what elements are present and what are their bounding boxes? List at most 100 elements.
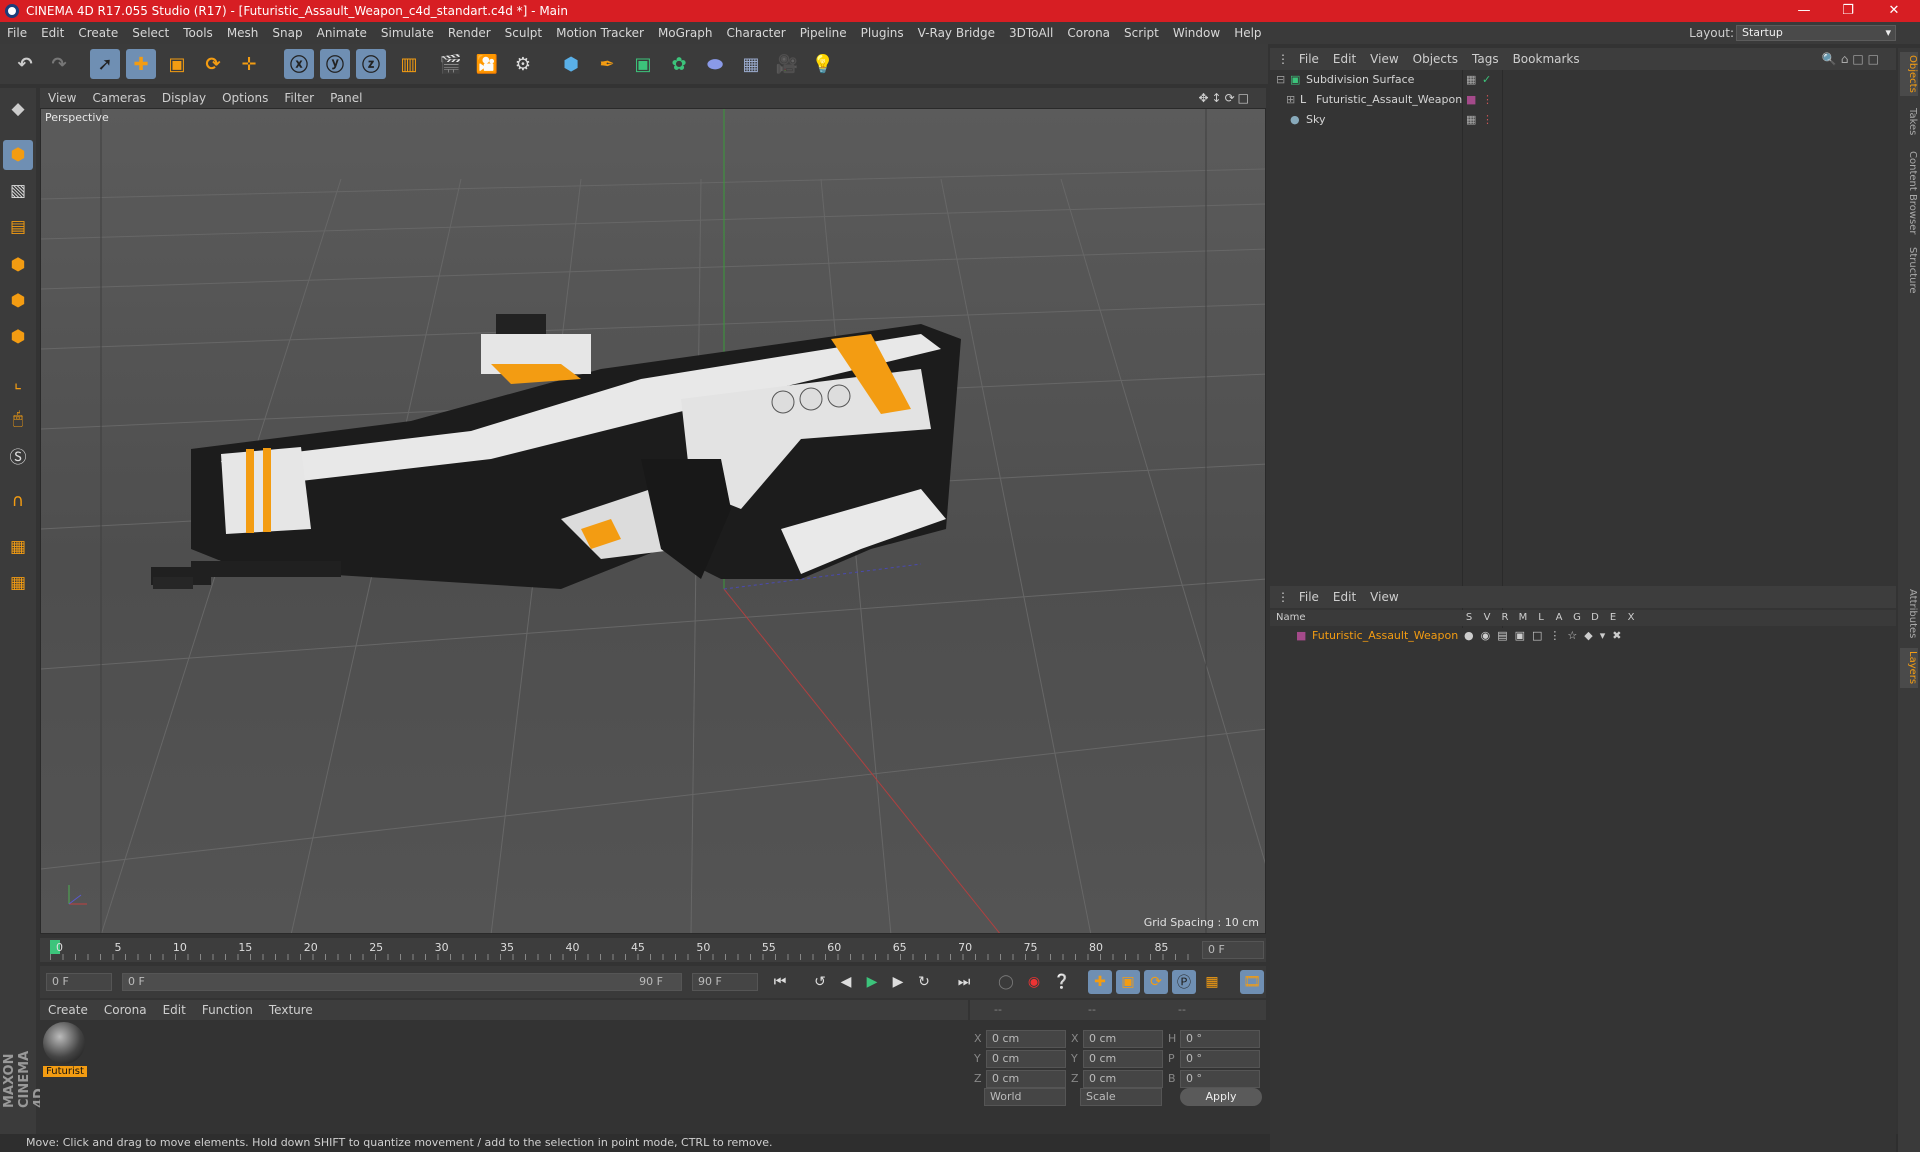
key-parameter-icon[interactable]: Ⓟ — [1172, 970, 1196, 994]
menu-file[interactable]: File — [0, 22, 34, 44]
timeline-ruler[interactable]: 051015202530354045505560657075808590 0 F — [40, 938, 1266, 962]
subdivision-icon[interactable]: ▣ — [628, 49, 658, 79]
camera-icon[interactable]: 🎥 — [772, 49, 802, 79]
scale-icon[interactable]: ▣ — [162, 49, 192, 79]
menu-mesh[interactable]: Mesh — [220, 22, 266, 44]
layer-col-generators[interactable]: G — [1568, 610, 1586, 626]
objects-menu-view[interactable]: View — [1363, 48, 1405, 70]
render-view-icon[interactable]: 🎬 — [436, 49, 466, 79]
object-row-weapon[interactable]: ⊞ L Futuristic_Assault_Weapon ■ ⋮ — [1270, 90, 1896, 110]
x-axis-icon[interactable]: ⓧ — [284, 49, 314, 79]
menu-snap[interactable]: Snap — [265, 22, 309, 44]
menu-corona[interactable]: Corona — [1060, 22, 1117, 44]
menu-select[interactable]: Select — [125, 22, 176, 44]
select-arrow-icon[interactable]: ➚ — [90, 49, 120, 79]
material-menu-corona[interactable]: Corona — [96, 1000, 155, 1020]
close-icon[interactable]: ✕ — [1872, 0, 1916, 22]
visibility-dots-icon[interactable]: ⋮ — [1482, 110, 1493, 130]
position-x-field[interactable]: 0 cm — [986, 1030, 1066, 1048]
snap-magnet-icon[interactable]: ∩ — [3, 486, 33, 516]
polygons-mode-icon[interactable]: ⬢ — [3, 322, 33, 352]
tab-takes[interactable]: Takes — [1900, 100, 1918, 144]
layers-menu-view[interactable]: View — [1363, 586, 1405, 608]
tab-attributes[interactable]: Attributes — [1900, 584, 1918, 644]
material-menu-texture[interactable]: Texture — [261, 1000, 321, 1020]
layers-menu-edit[interactable]: Edit — [1326, 586, 1363, 608]
perspective-viewport[interactable]: Perspective Grid Spacing : 10 cm — [40, 108, 1266, 934]
menu-plugins[interactable]: Plugins — [854, 22, 911, 44]
prev-frame-icon[interactable]: ◀ — [834, 970, 858, 994]
menu-tools[interactable]: Tools — [176, 22, 220, 44]
layer-col-animation[interactable]: A — [1550, 610, 1568, 626]
end-frame-field[interactable]: 90 F — [692, 973, 758, 991]
light-icon[interactable]: 💡 — [808, 49, 838, 79]
texture-mode-icon[interactable]: ▧ — [3, 176, 33, 206]
objects-menu-file[interactable]: File — [1292, 48, 1326, 70]
play-icon[interactable]: ▶ — [860, 970, 884, 994]
menu-motion-tracker[interactable]: Motion Tracker — [549, 22, 651, 44]
rotation-h-field[interactable]: 0 ° — [1180, 1030, 1260, 1048]
coord-mode-dropdown[interactable]: World — [984, 1088, 1066, 1106]
viewport-menu-display[interactable]: Display — [154, 88, 214, 108]
cube-icon[interactable]: ⬢ — [556, 49, 586, 79]
layer-col-deformers[interactable]: D — [1586, 610, 1604, 626]
object-row-sky[interactable]: ● Sky ▦ ⋮ — [1270, 110, 1896, 130]
visibility-dots-icon[interactable]: ⋮ — [1482, 90, 1493, 110]
cloner-icon[interactable]: ✿ — [664, 49, 694, 79]
planar-workplane-icon[interactable]: ▦ — [3, 568, 33, 598]
edges-mode-icon[interactable]: ⬢ — [3, 286, 33, 316]
layer-col-view[interactable]: V — [1478, 610, 1496, 626]
move-icon[interactable]: ✚ — [126, 49, 156, 79]
goto-start-icon[interactable]: ⏮ — [768, 970, 792, 994]
material-swatch[interactable]: Futurist — [43, 1022, 87, 1080]
viewport-menu-options[interactable]: Options — [214, 88, 276, 108]
key-rotation-icon[interactable]: ⟳ — [1144, 970, 1168, 994]
layer-row[interactable]: ■ Futuristic_Assault_Weapon ●◉▤▣□⋮☆◆▾✖ — [1270, 626, 1896, 646]
tab-objects[interactable]: Objects — [1900, 52, 1918, 96]
layer-col-manager[interactable]: M — [1514, 610, 1532, 626]
assault-weapon-model[interactable] — [151, 314, 961, 589]
minimize-icon[interactable]: — — [1782, 0, 1826, 22]
workplane-icon[interactable]: ▤ — [3, 212, 33, 242]
keyframe-selection-icon[interactable]: ❔ — [1050, 970, 1074, 994]
workplane-lock-icon[interactable]: ▦ — [3, 532, 33, 562]
collapse-icon[interactable]: ⊟ — [1276, 70, 1285, 90]
coordinate-system-icon[interactable]: ▥ — [394, 49, 424, 79]
layer-col-solo[interactable]: S — [1460, 610, 1478, 626]
menu-sculpt[interactable]: Sculpt — [498, 22, 549, 44]
objects-search-icons[interactable]: 🔍⌂□□ — [1815, 48, 1890, 70]
size-y-field[interactable]: 0 cm — [1083, 1050, 1163, 1068]
goto-end-icon[interactable]: ⏭ — [952, 970, 976, 994]
timeline-window-icon[interactable]: 🎞 — [1240, 970, 1264, 994]
menu-simulate[interactable]: Simulate — [374, 22, 441, 44]
position-z-field[interactable]: 0 cm — [986, 1070, 1066, 1088]
transform-icon[interactable]: ✛ — [234, 49, 264, 79]
menu-window[interactable]: Window — [1166, 22, 1227, 44]
restore-icon[interactable]: ❐ — [1826, 0, 1870, 22]
deformer-icon[interactable]: ⬬ — [700, 49, 730, 79]
prev-key-icon[interactable]: ↺ — [808, 970, 832, 994]
menu-character[interactable]: Character — [719, 22, 792, 44]
record-keys-icon[interactable]: ◯ — [994, 970, 1018, 994]
menu-animate[interactable]: Animate — [310, 22, 374, 44]
z-axis-icon[interactable]: ⓩ — [356, 49, 386, 79]
tweak-mode-icon[interactable]: 🖱 — [3, 404, 33, 434]
next-key-icon[interactable]: ↻ — [912, 970, 936, 994]
autokey-icon[interactable]: ◉ — [1022, 970, 1046, 994]
position-y-field[interactable]: 0 cm — [986, 1050, 1066, 1068]
viewport-nav-icons[interactable]: ✥↕⟳□ — [1190, 88, 1260, 108]
frame-range-slider[interactable]: 0 F 90 F — [122, 973, 682, 991]
menu-edit[interactable]: Edit — [34, 22, 71, 44]
apply-button[interactable]: Apply — [1180, 1088, 1262, 1106]
tab-layers[interactable]: Layers — [1900, 648, 1918, 688]
menu-create[interactable]: Create — [71, 22, 125, 44]
layer-col-expressions[interactable]: E — [1604, 610, 1622, 626]
render-picture-viewer-icon[interactable]: 🎦 — [472, 49, 502, 79]
menu-render[interactable]: Render — [441, 22, 498, 44]
menu-script[interactable]: Script — [1117, 22, 1166, 44]
redo-icon[interactable]: ↷ — [44, 49, 74, 79]
menu-mograph[interactable]: MoGraph — [651, 22, 720, 44]
y-axis-icon[interactable]: ⓨ — [320, 49, 350, 79]
viewport-menu-cameras[interactable]: Cameras — [84, 88, 153, 108]
layer-col-render[interactable]: R — [1496, 610, 1514, 626]
